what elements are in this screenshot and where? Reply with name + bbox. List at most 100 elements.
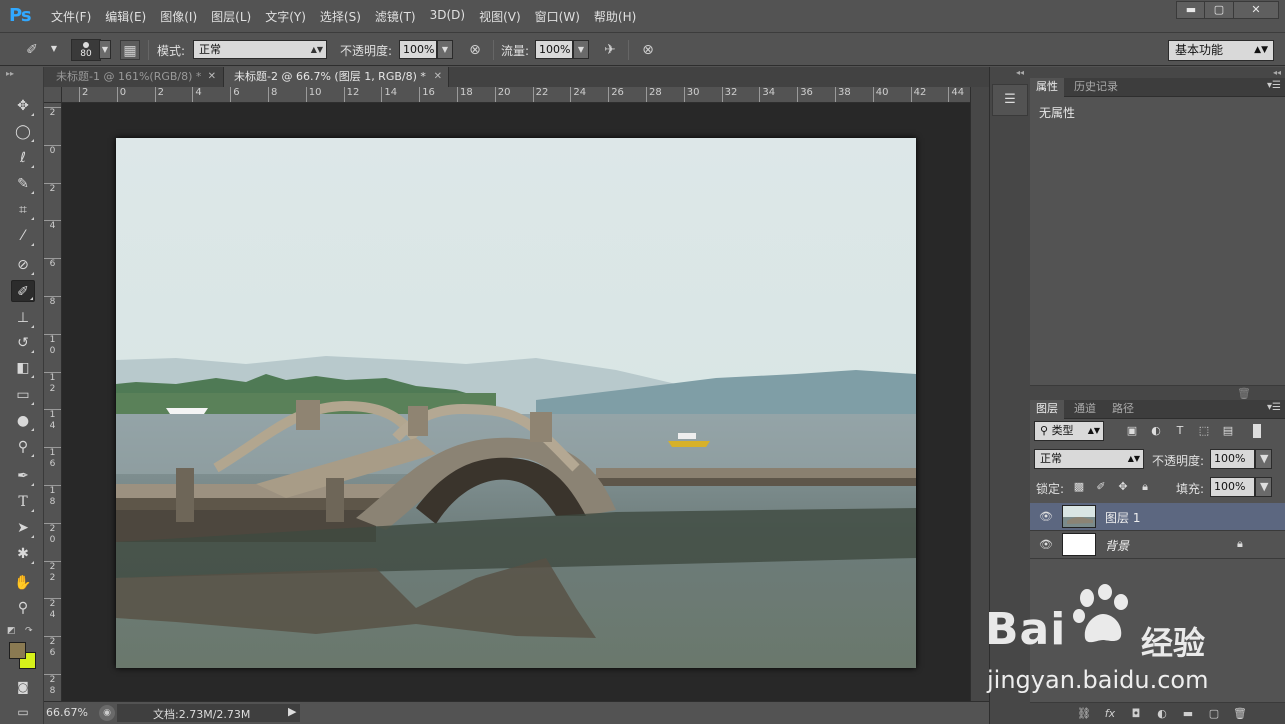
lock-transparent-icon[interactable]: ▩ [1071,479,1087,495]
close-button[interactable]: ✕ [1233,1,1279,19]
status-menu-arrow-icon[interactable]: ▶ [288,705,296,718]
layer-filter-select[interactable]: ⚲ 类型 ▲▼ [1034,421,1104,441]
path-selection-tool[interactable]: ➤ [11,517,35,539]
filter-smart-object-icon[interactable]: ▤ [1220,423,1236,439]
link-layers-icon[interactable]: ⛓ [1076,707,1092,721]
canvas-area[interactable] [62,103,970,701]
swap-colors-icon[interactable]: ↷ [25,626,33,636]
zoom-level[interactable]: 66.67% [46,706,88,719]
layer-style-icon[interactable]: fx [1102,707,1118,721]
layer-name[interactable]: 背景 [1105,537,1129,554]
eye-icon[interactable]: 👁︎ [1039,510,1053,523]
trash-icon[interactable]: 🗑 [1232,707,1248,721]
new-group-icon[interactable]: ▬ [1180,707,1196,721]
horizontal-ruler[interactable]: 2 0 2 4 6 8 10 12 14 16 18 20 22 24 26 28 30 32 34 36 38 40 42… [62,87,970,103]
vertical-ruler[interactable]: 20246810121416182022242628 [44,103,62,701]
status-info-icon[interactable]: ◉ [99,705,115,721]
layer-row[interactable]: 👁︎ 背景 🔒︎ [1030,531,1285,559]
panel-grip-icon[interactable]: ◂◂ [1273,68,1281,77]
hand-tool[interactable]: ✋ [11,572,35,594]
pressure-opacity-icon[interactable]: ⊗ [465,40,485,60]
tab-history[interactable]: 历史记录 [1068,78,1124,97]
flow-dropdown[interactable]: ▼ [573,40,589,59]
menu-edit[interactable]: 编辑(E) [98,8,153,25]
tab-layers[interactable]: 图层 [1030,400,1064,419]
menu-view[interactable]: 视图(V) [472,8,528,25]
close-icon[interactable]: ✕ [434,67,442,86]
filter-adjustment-icon[interactable]: ◐ [1148,423,1164,439]
lasso-tool[interactable]: ℓ [11,147,35,169]
properties-panel-icon[interactable]: ☰ [992,84,1028,116]
panel-grip-icon[interactable]: ◂◂ [1016,68,1024,77]
lock-all-icon[interactable]: 🔒︎ [1137,479,1153,495]
ruler-origin[interactable] [44,87,62,103]
menu-image[interactable]: 图像(I) [153,8,204,25]
clone-stamp-tool[interactable]: ⊥ [11,307,35,329]
bridge-photo[interactable] [116,138,916,668]
brush-tool[interactable]: ✐ [11,280,35,302]
menu-type[interactable]: 文字(Y) [258,8,313,25]
opacity-dropdown[interactable]: ▼ [437,40,453,59]
opacity-input[interactable]: 100% [399,40,437,59]
default-colors-icon[interactable]: ◩ [7,626,16,636]
chevron-down-icon[interactable]: ▼ [46,40,62,59]
menu-file[interactable]: 文件(F) [44,8,98,25]
zoom-tool[interactable]: ⚲ [11,597,35,619]
tab-channels[interactable]: 通道 [1068,400,1102,419]
layer-row[interactable]: 👁︎ 图层 1 [1030,503,1285,531]
menu-select[interactable]: 选择(S) [313,8,368,25]
trash-icon[interactable]: 🗑 [1237,387,1251,400]
layer-name[interactable]: 图层 1 [1105,509,1140,526]
history-brush-tool[interactable]: ↺ [11,332,35,354]
workspace-select[interactable]: 基本功能 ▲▼ [1168,40,1274,61]
fill-dropdown[interactable]: ▼ [1255,477,1272,497]
filter-pixel-icon[interactable]: ▣ [1124,423,1140,439]
menu-3d[interactable]: 3D(D) [423,8,472,25]
menu-window[interactable]: 窗口(W) [528,8,587,25]
brush-size-dropdown[interactable]: ▼ [99,40,111,59]
menu-layer[interactable]: 图层(L) [204,8,258,25]
eraser-tool[interactable]: ◧ [11,357,35,379]
pen-tool[interactable]: ✒ [11,465,35,487]
close-icon[interactable]: ✕ [208,67,216,86]
vertical-scrollbar[interactable] [970,87,989,701]
blend-mode-select[interactable]: 正常 ▲▼ [1034,449,1144,469]
type-tool[interactable]: T [11,491,35,513]
minimize-button[interactable]: ▬ [1176,1,1206,19]
crop-tool[interactable]: ⌗ [11,199,35,221]
quick-mask-icon[interactable]: ◙ [11,676,35,698]
elliptical-marquee-tool[interactable]: ◯ [11,121,35,143]
tab-document-2[interactable]: 未标题-2 @ 66.7% (图层 1, RGB/8) * ✕ [223,67,449,87]
custom-shape-tool[interactable]: ✱ [11,543,35,565]
tab-document-1[interactable]: 未标题-1 @ 161%(RGB/8) * ✕ [44,67,222,87]
foreground-color-swatch[interactable] [9,642,26,659]
airbrush-icon[interactable]: ✈ [600,40,620,60]
move-tool[interactable]: ✥ [11,95,35,117]
dodge-tool[interactable]: ⚲ [11,436,35,458]
layer-opacity-dropdown[interactable]: ▼ [1255,449,1272,469]
layer-opacity-input[interactable]: 100% [1210,449,1255,469]
menu-filter[interactable]: 滤镜(T) [368,8,423,25]
spot-healing-tool[interactable]: ⊘ [11,254,35,276]
quick-selection-tool[interactable]: ✎ [11,173,35,195]
panel-menu-icon[interactable]: ▾☰ [1267,402,1281,413]
eyedropper-tool[interactable]: ⁄ [11,225,35,247]
brush-panel-toggle-icon[interactable]: ▦ [120,40,140,60]
adjustment-layer-icon[interactable]: ◐ [1154,707,1170,721]
panel-grip-icon[interactable]: ▸▸ [6,69,14,78]
add-mask-icon[interactable]: ◘ [1128,707,1144,721]
lock-position-icon[interactable]: ✥ [1115,479,1131,495]
panel-menu-icon[interactable]: ▾☰ [1267,80,1281,91]
gradient-tool[interactable]: ▭ [11,384,35,406]
tab-paths[interactable]: 路径 [1106,400,1140,419]
fill-input[interactable]: 100% [1210,477,1255,497]
tab-properties[interactable]: 属性 [1030,78,1064,97]
screen-mode-icon[interactable]: ▭ [11,701,35,723]
brush-size-picker[interactable]: 80 [71,39,101,61]
maximize-button[interactable]: ▢ [1204,1,1234,19]
brush-preset-icon[interactable]: ✐ [22,40,42,60]
flow-input[interactable]: 100% [535,40,573,59]
new-layer-icon[interactable]: ▢ [1206,707,1222,721]
filter-shape-icon[interactable]: ⬚ [1196,423,1212,439]
blur-tool[interactable]: ● [11,410,35,432]
